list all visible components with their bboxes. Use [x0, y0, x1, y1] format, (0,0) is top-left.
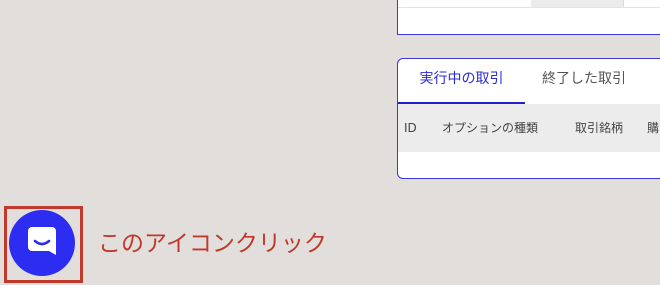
top-panel [397, 0, 660, 35]
column-header-option-type: オプションの種類 [442, 121, 539, 135]
tab-closed-trades[interactable]: 終了した取引 [542, 59, 626, 104]
trades-tabs: 実行中の取引 終了した取引 [398, 59, 660, 105]
column-header-pair: 取引銘柄 [575, 121, 624, 135]
click-instruction-text: このアイコンクリック [98, 231, 327, 257]
top-panel-cell [531, 0, 623, 7]
column-header-buy: 購 [647, 121, 660, 135]
tab-active-trades[interactable]: 実行中の取引 [398, 59, 525, 105]
trades-table-header: ID オプションの種類 取引銘柄 購 [398, 104, 660, 152]
trades-panel: 実行中の取引 終了した取引 ID オプションの種類 取引銘柄 購 [397, 58, 660, 179]
top-panel-strip [398, 0, 660, 8]
tab-closed-trades-label: 終了した取引 [542, 71, 626, 87]
chat-launcher-button[interactable] [9, 210, 75, 276]
divider [623, 0, 624, 7]
tab-active-trades-label: 実行中の取引 [419, 71, 504, 87]
column-header-id: ID [404, 121, 417, 135]
chat-bubble-icon [28, 227, 56, 255]
